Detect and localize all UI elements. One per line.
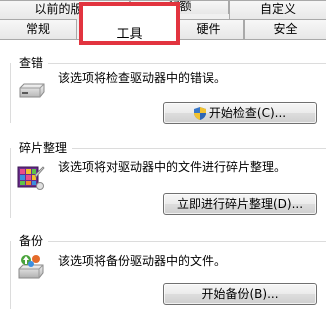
defragmentation-description: 该选项将对驱动器中的文件进行碎片整理。 bbox=[58, 160, 287, 174]
check-now-button[interactable]: 开始检查(C)... bbox=[163, 102, 317, 124]
defrag-icon bbox=[17, 166, 45, 190]
tab-hardware[interactable]: 硬件 bbox=[173, 19, 244, 39]
check-now-button-label: 开始检查(C)... bbox=[208, 106, 287, 120]
error-checking-description: 该选项将检查驱动器中的错误。 bbox=[58, 71, 227, 85]
group-divider bbox=[48, 63, 326, 64]
tab-customize-label: 自定义 bbox=[259, 2, 296, 16]
drive-icon bbox=[19, 83, 45, 98]
tab-hardware-label: 硬件 bbox=[196, 22, 221, 36]
tab-security-label: 安全 bbox=[273, 22, 298, 36]
defragment-now-button[interactable]: 立即进行碎片整理(D)... bbox=[163, 193, 317, 215]
tab-tools[interactable]: 工具 bbox=[79, 2, 180, 45]
tab-tools-label: 工具 bbox=[116, 27, 143, 42]
backup-now-button-label: 开始备份(B)... bbox=[201, 287, 279, 301]
tab-customize[interactable]: 自定义 bbox=[229, 0, 326, 20]
tab-general-label: 常规 bbox=[25, 22, 50, 36]
group-title-defragmentation: 碎片整理 bbox=[19, 139, 68, 156]
tools-panel: 查错 该选项将检查驱动器中的错误。 开始检查(C)... 碎片整理 该选项将对驱… bbox=[0, 39, 326, 309]
backup-description: 该选项将备份驱动器中的文件。 bbox=[58, 254, 227, 268]
tab-security[interactable]: 安全 bbox=[244, 19, 326, 39]
backup-icon bbox=[18, 255, 44, 279]
backup-now-button[interactable]: 开始备份(B)... bbox=[163, 283, 317, 305]
group-divider bbox=[10, 241, 11, 309]
group-divider bbox=[10, 148, 11, 218]
group-divider bbox=[48, 241, 326, 242]
group-divider bbox=[72, 148, 326, 149]
group-title-error-checking: 查错 bbox=[19, 54, 44, 71]
uac-shield-icon bbox=[193, 107, 206, 120]
group-title-backup: 备份 bbox=[19, 232, 44, 249]
defragment-now-button-label: 立即进行碎片整理(D)... bbox=[176, 197, 304, 211]
tab-general[interactable]: 常规 bbox=[0, 19, 77, 39]
group-divider bbox=[10, 63, 11, 123]
